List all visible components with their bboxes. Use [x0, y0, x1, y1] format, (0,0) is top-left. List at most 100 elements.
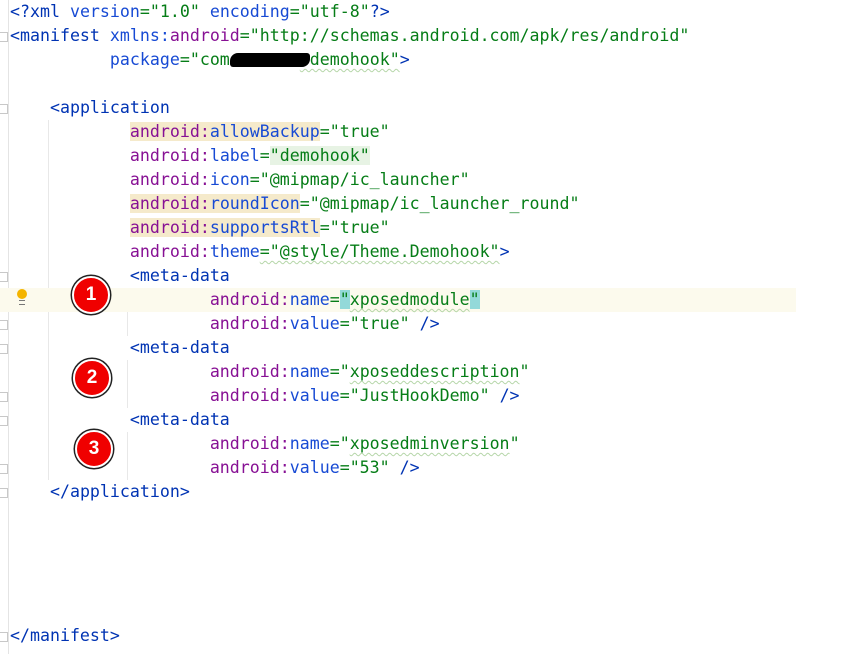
code-token: android: [209, 386, 290, 405]
code-line[interactable]: android:theme="@style/Theme.Demohook"> [10, 240, 796, 264]
code-line[interactable]: android:value="true" /> [10, 312, 796, 336]
fold-marker[interactable] [0, 632, 8, 642]
code-token: ="@mipmap/ic_launcher" [249, 170, 470, 189]
code-line[interactable]: package="com. .demohook"> [10, 48, 796, 72]
code-token: > [399, 50, 410, 69]
code-token: ="@style/Theme.Demohook" [259, 242, 500, 261]
code-token: android: [209, 434, 290, 453]
code-editor[interactable]: <?xml version="1.0" encoding="utf-8"?> <m… [0, 0, 796, 648]
code-token: "demohook" [269, 146, 370, 165]
code-token: " [509, 434, 520, 453]
fold-marker[interactable] [0, 104, 8, 114]
code-line[interactable] [10, 552, 796, 576]
code-token: package [109, 50, 180, 69]
fold-marker[interactable] [0, 392, 8, 402]
fold-marker[interactable] [0, 32, 8, 42]
fold-marker[interactable] [0, 416, 8, 426]
code-token: allowBackup [209, 122, 320, 141]
code-line[interactable]: android:supportsRtl="true" [10, 216, 796, 240]
code-line[interactable]: android:name="xposeddescription" [10, 360, 796, 384]
code-line[interactable]: android:name="xposedminversion" [10, 432, 796, 456]
code-token: ="utf-8" [289, 2, 370, 21]
code-token: xposeddescription [349, 362, 520, 381]
code-token: value [289, 386, 340, 405]
code-token: ="53" [339, 458, 400, 477]
code-line[interactable] [10, 576, 796, 600]
code-token: <manifest [10, 26, 110, 45]
code-line[interactable]: android:value="53" /> [10, 456, 796, 480]
code-line[interactable]: <meta-data [10, 408, 796, 432]
fold-marker[interactable] [0, 488, 8, 498]
code-token: /> [499, 386, 520, 405]
code-token: </manifest> [10, 626, 120, 645]
fold-marker[interactable] [0, 272, 8, 282]
code-line[interactable]: <application [10, 96, 796, 120]
code-token: <? [10, 2, 30, 21]
code-token: android: [209, 314, 290, 333]
code-token: roundIcon [209, 194, 300, 213]
redaction-mark [229, 52, 310, 67]
code-token: xposedminversion [349, 434, 510, 453]
code-token: <meta-data [129, 338, 230, 357]
code-line[interactable] [10, 504, 796, 528]
code-line[interactable]: android:allowBackup="true" [10, 120, 796, 144]
code-token: /> [399, 458, 420, 477]
code-line[interactable]: <meta-data [10, 264, 796, 288]
code-line[interactable]: android:label="demohook" [10, 144, 796, 168]
code-token: icon [209, 170, 250, 189]
fold-marker[interactable] [0, 464, 8, 474]
code-line[interactable]: android:name="xposedmodule" [0, 288, 796, 312]
code-token: name [289, 290, 330, 309]
code-token: ="@mipmap/ic_launcher_round" [299, 194, 580, 213]
code-token: .demohook" [299, 50, 400, 69]
code-token: = [259, 146, 270, 165]
code-token: <meta-data [129, 266, 230, 285]
code-token: android: [129, 146, 210, 165]
code-line[interactable]: <manifest xmlns:android="http://schemas.… [10, 24, 796, 48]
code-line[interactable] [10, 72, 796, 96]
code-token: android: [129, 170, 210, 189]
code-line[interactable]: android:value="JustHookDemo" /> [10, 384, 796, 408]
code-token: xml [29, 2, 70, 21]
code-token: android: [209, 290, 290, 309]
code-line[interactable] [10, 528, 796, 552]
code-token: </application> [49, 482, 190, 501]
code-line[interactable]: </application> [10, 480, 796, 504]
code-token: supportsRtl [209, 218, 320, 237]
code-token: ="true" [319, 122, 390, 141]
code-line[interactable] [10, 600, 796, 624]
code-token: /> [419, 314, 440, 333]
code-token: name [289, 362, 330, 381]
code-token: xmlns: [109, 26, 170, 45]
code-token: ="http://schemas.android.com/apk/res/and… [239, 26, 690, 45]
lightbulb-intention-icon[interactable] [17, 289, 27, 305]
code-token: =" [329, 362, 350, 381]
fold-marker[interactable] [0, 344, 8, 354]
code-token: ="true" [339, 314, 420, 333]
code-line[interactable]: </manifest> [10, 624, 796, 648]
code-line[interactable]: android:icon="@mipmap/ic_launcher" [10, 168, 796, 192]
code-token: =" [329, 434, 350, 453]
code-token: android: [129, 194, 210, 213]
code-token: ="true" [319, 218, 390, 237]
code-token: android: [209, 362, 290, 381]
code-token: label [209, 146, 260, 165]
code-line[interactable]: <meta-data [10, 336, 796, 360]
code-token: > [499, 242, 510, 261]
code-line[interactable]: android:roundIcon="@mipmap/ic_launcher_r… [10, 192, 796, 216]
code-token: " [469, 290, 480, 309]
code-token: ="1.0" [139, 2, 210, 21]
code-line[interactable]: <?xml version="1.0" encoding="utf-8"?> [10, 0, 796, 24]
code-token: ="JustHookDemo" [339, 386, 500, 405]
fold-marker[interactable] [0, 320, 8, 330]
